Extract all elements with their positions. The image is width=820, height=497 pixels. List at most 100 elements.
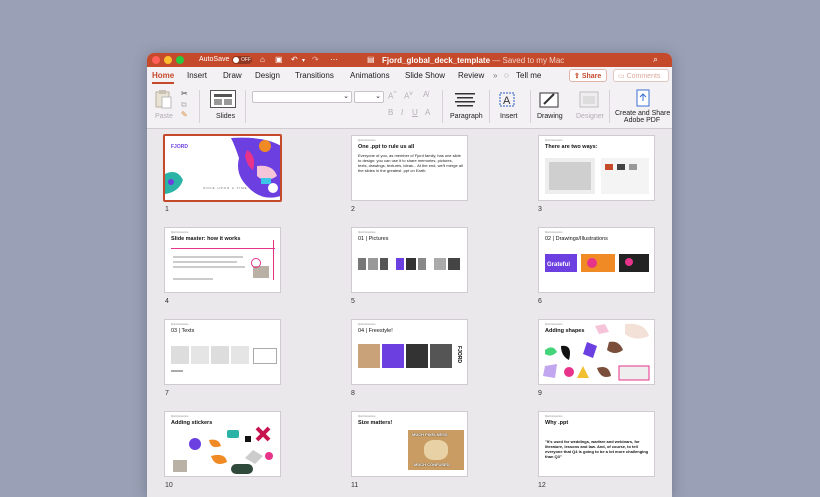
title-bar: AutoSave OFF ⌂ ▣ ↶ ▾ ↷ ⋯ ▤ Fjord_global_… <box>147 53 672 67</box>
align-lines-icon <box>455 93 475 107</box>
pdf-share-icon <box>636 89 650 107</box>
tab-insert[interactable]: Insert <box>187 71 207 80</box>
fjord-logo: FJORD <box>456 346 462 363</box>
slide-title: Why .ppt <box>545 420 569 426</box>
slide-number: 12 <box>538 482 546 489</box>
chevron-down-icon: ⌄ <box>375 93 381 100</box>
undo-icon[interactable]: ↶ <box>291 55 298 64</box>
slide-title: One .ppt to rule us all <box>358 144 415 150</box>
new-slide-button[interactable] <box>210 90 236 108</box>
lightbulb-icon: ◌ <box>504 71 509 80</box>
slide-thumbnail-11[interactable]: Fjord Accenture Size matters! MUCH PIXEL… <box>351 411 468 477</box>
tab-design[interactable]: Design <box>255 71 280 80</box>
designer-icon <box>579 91 599 108</box>
slide-number: 8 <box>351 390 355 397</box>
paragraph-label: Paragraph <box>450 113 483 120</box>
slide-layout-icon <box>214 94 232 105</box>
slide-thumbnail-4[interactable]: Fjord Accenture Slide master: how it wor… <box>164 227 281 293</box>
doge-meme-image: MUCH PIXELNESS MUCH CONFUSED <box>408 430 464 470</box>
increase-font-icon[interactable]: A^ <box>388 90 396 101</box>
tell-me-field[interactable]: Tell me <box>516 71 541 80</box>
undo-dropdown-icon[interactable]: ▾ <box>302 57 305 64</box>
slide-thumbnail-2[interactable]: Fjord Accenture One .ppt to rule us all … <box>351 135 468 201</box>
drawing-label: Drawing <box>537 113 563 120</box>
share-button[interactable]: ⇪ Share <box>569 69 607 82</box>
comments-button[interactable]: ▭ Comments <box>613 69 669 82</box>
slide-quote: "It's used for weddings, warfare and web… <box>545 439 649 459</box>
stickers-art <box>173 426 273 474</box>
slide-title: 04 | Freestyle! <box>358 328 393 334</box>
shapes-art <box>543 323 650 381</box>
zoom-window-button[interactable] <box>176 56 184 64</box>
ribbon-tabs: Home Insert Draw Design Transitions Anim… <box>147 67 672 84</box>
tab-review[interactable]: Review <box>458 71 484 80</box>
slide-thumbnail-8[interactable]: Fjord Accenture 04 | Freestyle! FJORD <box>351 319 468 385</box>
slide-number: 1 <box>165 206 169 213</box>
create-pdf-button[interactable] <box>633 88 653 108</box>
slide-number: 5 <box>351 298 355 305</box>
home-icon[interactable]: ⌂ <box>260 55 265 64</box>
font-size-field[interactable]: ⌄ <box>354 91 384 103</box>
slide-thumbnail-6[interactable]: Fjord Accenture 02 | Drawings/Illustrati… <box>538 227 655 293</box>
more-tabs-icon[interactable]: » <box>493 71 497 80</box>
chevron-down-icon: ⌄ <box>343 93 349 100</box>
slide-thumbnail-5[interactable]: Fjord Accenture 01 | Pictures <box>351 227 468 293</box>
search-icon[interactable]: ⌕ <box>653 54 658 65</box>
slide-title: 02 | Drawings/Illustrations <box>545 236 608 242</box>
bold-icon[interactable]: B <box>388 108 393 117</box>
insert-button[interactable]: A <box>497 89 521 109</box>
share-icon: ⇪ <box>574 73 582 80</box>
slide-title: There are two ways: <box>545 144 598 150</box>
meme-bottom-text: MUCH CONFUSED <box>414 462 450 467</box>
slide-thumbnail-12[interactable]: Fjord Accenture Why .ppt "It's used for … <box>538 411 655 477</box>
slide-number: 11 <box>351 482 359 489</box>
slide-title: Slide master: how it works <box>171 236 241 242</box>
tab-home[interactable]: Home <box>152 71 175 84</box>
slide-number: 2 <box>351 206 355 213</box>
underline-icon[interactable]: U <box>412 108 418 117</box>
paste-label: Paste <box>155 113 173 120</box>
save-icon[interactable]: ▣ <box>275 55 283 64</box>
clipboard-icon <box>155 90 172 109</box>
autosave-state: OFF <box>241 57 251 63</box>
slide-thumbnail-1[interactable]: FJORD ONCE UPON A TIME... <box>163 134 282 202</box>
document-icon: ▤ <box>367 55 375 64</box>
slide-thumbnail-9[interactable]: Fjord Accenture Adding shapes <box>538 319 655 385</box>
tab-transitions[interactable]: Transitions <box>295 71 334 80</box>
copy-icon[interactable]: ⧉ <box>181 100 187 110</box>
slide-thumbnail-3[interactable]: Fjord Accenture There are two ways: <box>538 135 655 201</box>
drawing-icon <box>539 92 559 108</box>
font-name-field[interactable]: ⌄ <box>252 91 352 103</box>
meme-top-text: MUCH PIXELNESS <box>412 432 448 437</box>
abstract-shapes-art <box>165 137 280 198</box>
designer-button[interactable] <box>578 89 600 109</box>
close-window-button[interactable] <box>152 56 160 64</box>
svg-text:A: A <box>503 95 511 107</box>
slide-title: 01 | Pictures <box>358 236 389 242</box>
slide-body-text: Everyone of you, as member of Fjord fami… <box>358 153 463 173</box>
italic-icon[interactable]: I <box>401 108 403 117</box>
minimize-window-button[interactable] <box>164 56 172 64</box>
ribbon-home: Paste ✂ ⧉ ✎ Slides ⌄ ⌄ A^ Av A̸ B I U A … <box>147 84 672 129</box>
redo-icon[interactable]: ↷ <box>312 55 319 64</box>
paragraph-button[interactable] <box>453 90 481 108</box>
format-painter-icon[interactable]: ✎ <box>181 110 188 119</box>
slide-thumbnail-7[interactable]: Fjord Accenture 03 | Texts <box>164 319 281 385</box>
slide-thumbnail-10[interactable]: Fjord Accenture Adding stickers <box>164 411 281 477</box>
text-box-icon: A <box>499 92 515 107</box>
tab-animations[interactable]: Animations <box>350 71 390 80</box>
font-color-icon[interactable]: A <box>425 108 430 117</box>
drawing-button[interactable] <box>538 89 562 109</box>
tab-slide-show[interactable]: Slide Show <box>405 71 445 80</box>
more-icon[interactable]: ⋯ <box>330 55 338 64</box>
tab-draw[interactable]: Draw <box>223 71 242 80</box>
decrease-font-icon[interactable]: Av <box>404 90 413 101</box>
autosave-label: AutoSave <box>199 56 230 63</box>
paste-button[interactable] <box>153 89 173 111</box>
create-pdf-label: Create and Share Adobe PDF <box>615 110 671 124</box>
clear-formatting-icon[interactable]: A̸ <box>423 90 428 99</box>
autosave-toggle[interactable]: OFF <box>232 56 252 64</box>
cut-icon[interactable]: ✂ <box>181 89 188 98</box>
slide-number: 4 <box>165 298 169 305</box>
comment-icon: ▭ <box>618 73 627 80</box>
